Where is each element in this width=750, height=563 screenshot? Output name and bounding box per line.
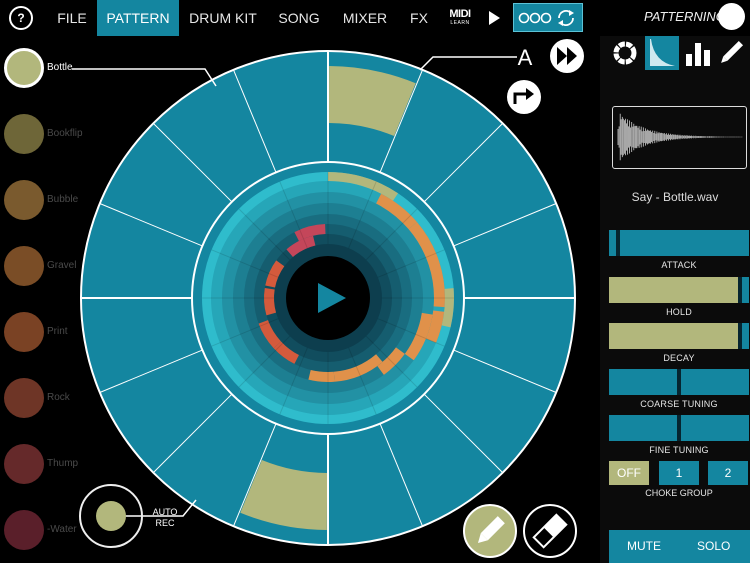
midi-learn-button[interactable]: MIDI LEARN [448,8,472,28]
choke-group-selector: OFF 1 2 [609,461,749,485]
param-label: FINE TUNING [649,445,709,455]
pencil-icon [721,40,744,63]
param-decay[interactable]: DECAY [609,323,749,363]
instrument-label-1: Bookflip [47,128,83,139]
instrument-label-7: -Water [47,524,77,535]
play-button[interactable] [286,256,370,340]
param-coarse-tuning[interactable]: COARSE TUNING [609,369,749,409]
auto-rec-label: AUTO REC [148,507,182,529]
instrument-pad-7[interactable] [4,510,44,550]
param-slider[interactable] [609,230,749,256]
solo-button[interactable]: SOLO [697,539,730,553]
choke-group-label: CHOKE GROUP [645,488,713,498]
param-slider[interactable] [609,415,749,441]
instrument-pad-1[interactable] [4,114,44,154]
envelope-icon [650,39,675,66]
slider-handle[interactable] [677,415,681,441]
bar-chart-icon [686,43,710,66]
waveform-graph [617,113,743,161]
next-pattern-button[interactable] [507,80,541,114]
slider-handle[interactable] [615,230,620,256]
eraser-tool-button[interactable] [523,504,577,558]
param-slider[interactable] [609,323,749,349]
ring-icon [613,41,637,65]
record-indicator [96,501,126,531]
sample-name[interactable]: Say - Bottle.wav [600,190,750,204]
tab-envelope[interactable] [645,36,679,70]
midi-label: MIDI [449,8,471,20]
cycle-icon [558,10,574,26]
param-label: COARSE TUNING [640,399,718,409]
instrument-pad-5[interactable] [4,378,44,418]
app-title: PATTERNING [644,9,726,24]
tab-levels[interactable] [682,36,716,70]
loop-toggle[interactable] [513,3,583,32]
choke-1-button[interactable]: 1 [659,461,699,485]
instrument-label-4: Print [47,326,68,337]
mute-button[interactable]: MUTE [627,539,661,553]
nav-pattern[interactable]: PATTERN [97,0,179,36]
panel-tabs [608,36,748,70]
slider-handle[interactable] [738,323,743,349]
param-slider[interactable] [609,369,749,395]
param-fine-tuning[interactable]: FINE TUNING [609,415,749,455]
instrument-label-6: Thump [47,458,79,469]
param-attack[interactable]: ATTACK [609,230,749,270]
nav-song[interactable]: SONG [272,0,326,36]
instrument-label-3: Gravel [47,260,77,271]
param-label: ATTACK [661,260,697,270]
waveform-display[interactable] [612,106,747,169]
midi-learn-label: LEARN [450,20,470,26]
instrument-label-0: Bottle [47,62,73,73]
param-label: DECAY [663,353,695,363]
instrument-label-5: Rock [47,392,70,403]
tab-edit[interactable] [714,36,748,70]
choke-2-button[interactable]: 2 [708,461,748,485]
slider-fill [609,277,742,303]
transport-play-icon[interactable] [489,11,500,25]
fast-forward-button[interactable] [550,39,584,73]
top-navigation-bar: ? FILE PATTERN DRUM KIT SONG MIXER FX MI… [0,0,600,36]
nav-mixer[interactable]: MIXER [338,0,392,36]
pencil-tool-button[interactable] [463,504,517,558]
auto-rec-line1: AUTO [152,507,178,517]
panel-toggle-button[interactable] [718,3,745,30]
instrument-pad-6[interactable] [4,444,44,484]
auto-rec-button[interactable] [79,484,143,548]
param-slider[interactable] [609,277,749,303]
slider-handle[interactable] [738,277,743,303]
pattern-connector-line [419,56,517,71]
instrument-label-2: Bubble [47,194,79,205]
nav-file[interactable]: FILE [50,0,94,36]
nav-drum-kit[interactable]: DRUM KIT [186,0,260,36]
mute-solo-bar: MUTE SOLO [609,530,750,563]
tab-ring[interactable] [608,36,642,70]
instrument-pad-0[interactable] [4,48,44,88]
bottle-connector-line [72,68,217,87]
param-hold[interactable]: HOLD [609,277,749,317]
auto-rec-line2: REC [155,518,175,528]
instrument-pad-2[interactable] [4,180,44,220]
slider-handle[interactable] [677,369,681,395]
param-label: HOLD [666,307,692,317]
nav-fx[interactable]: FX [404,0,434,36]
pattern-letter[interactable]: A [518,45,533,70]
help-button[interactable]: ? [9,6,33,30]
instrument-pad-4[interactable] [4,312,44,352]
slider-fill [609,323,742,349]
choke-off-button[interactable]: OFF [609,461,649,485]
instrument-pad-3[interactable] [4,246,44,286]
pattern-dots-icon [518,12,552,24]
